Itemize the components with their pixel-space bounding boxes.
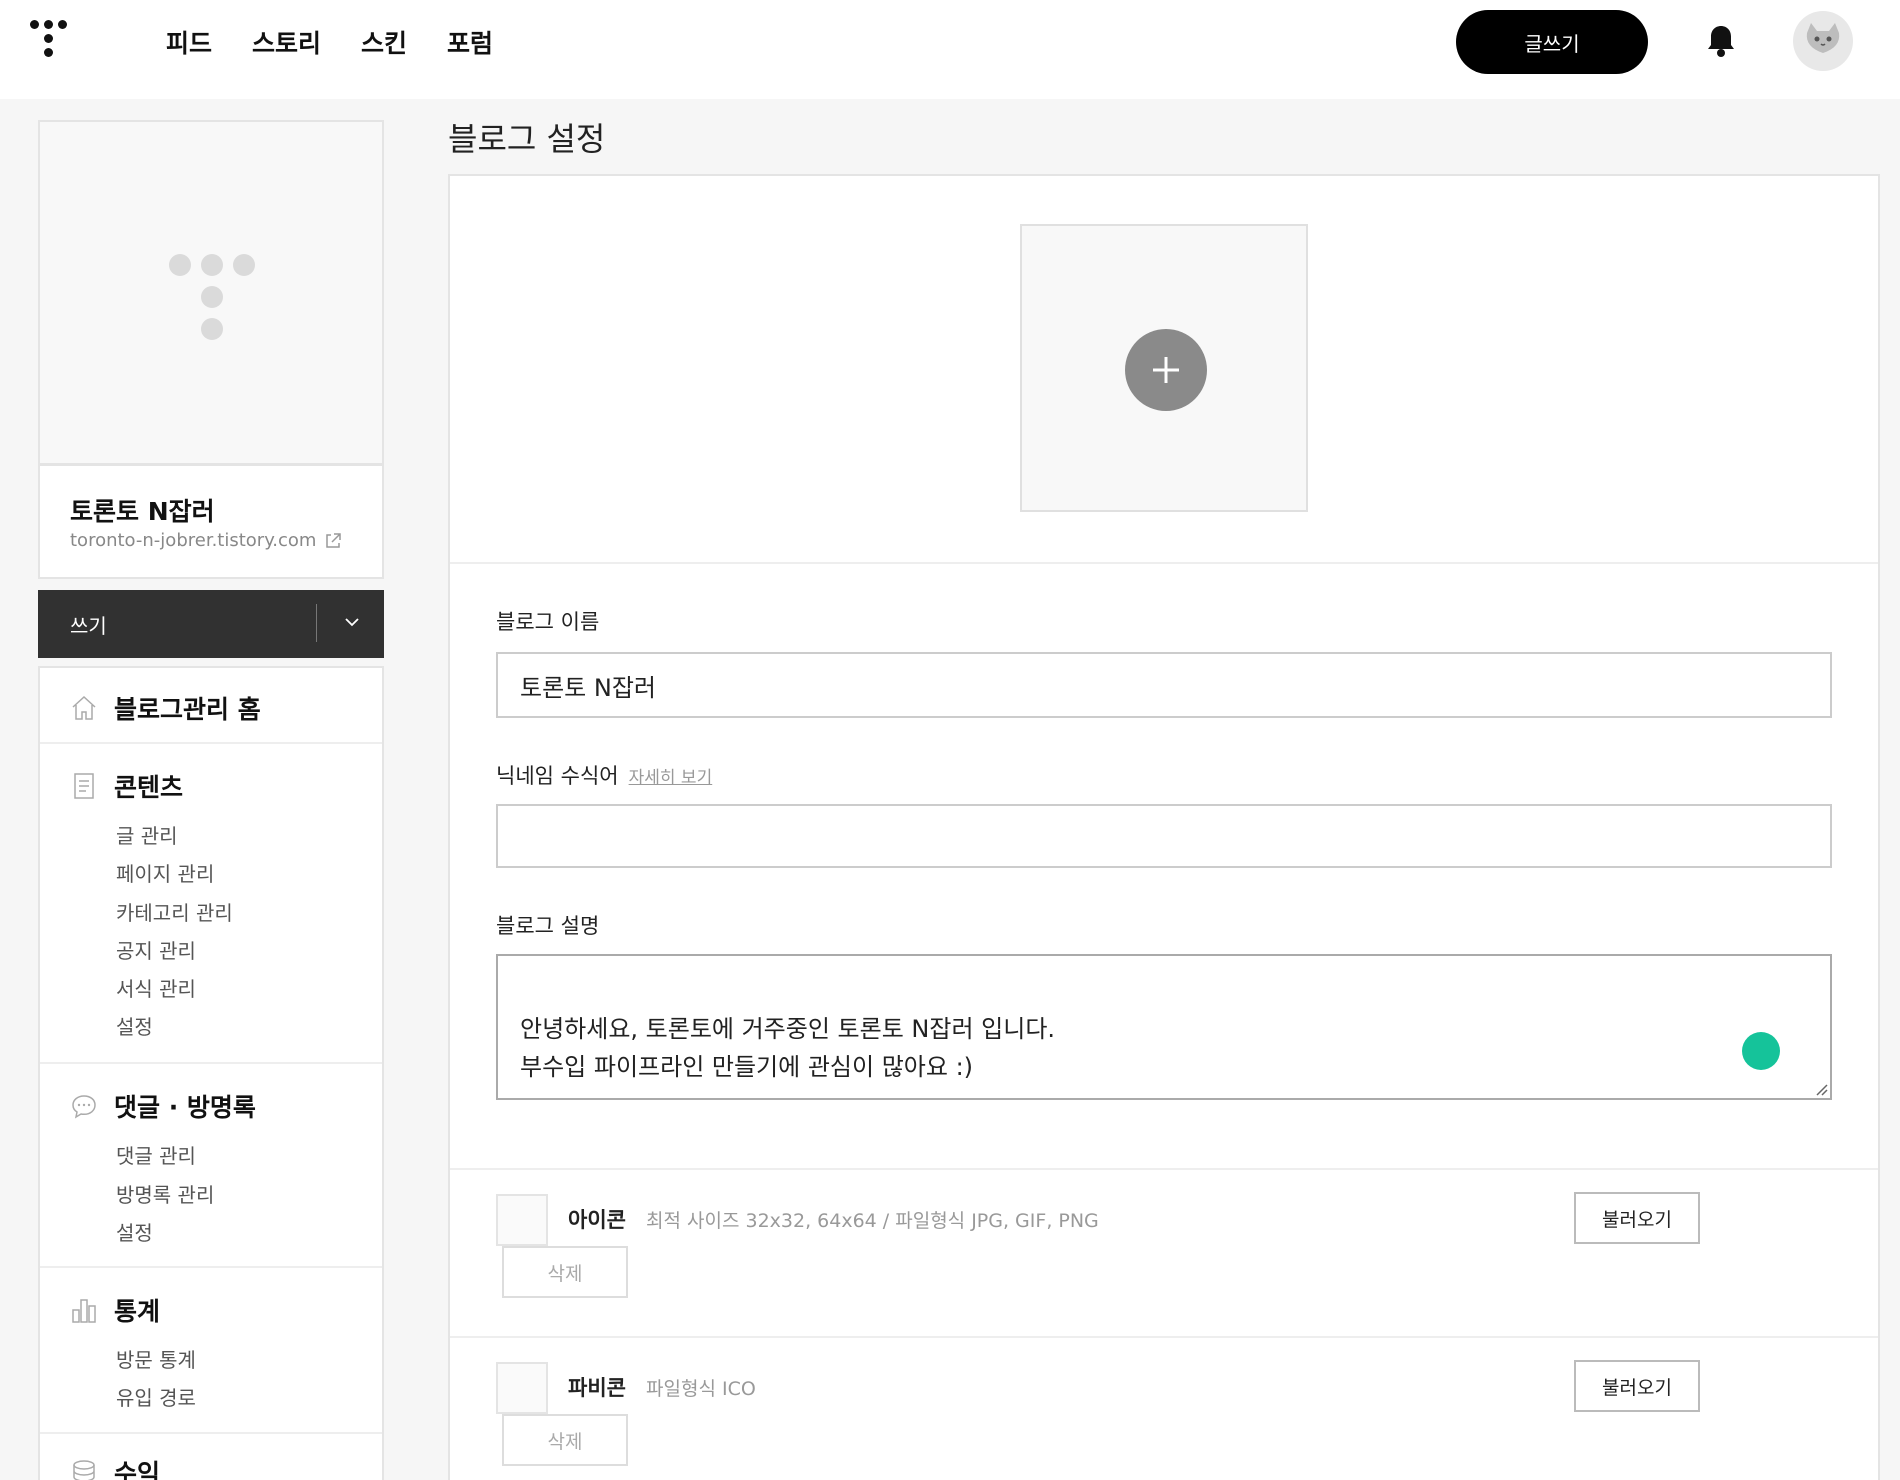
icon-preview: [496, 1194, 548, 1246]
menu-notice-manage[interactable]: 공지 관리: [116, 935, 196, 964]
menu-page-manage[interactable]: 페이지 관리: [116, 858, 214, 887]
blog-url-link[interactable]: toronto-n-jobrer.tistory.com: [70, 530, 342, 551]
blog-url-text[interactable]: toronto-n-jobrer.tistory.com: [70, 530, 316, 551]
nickname-detail-link[interactable]: 자세히 보기: [629, 768, 713, 788]
menu-contents-settings[interactable]: 설정: [116, 1011, 153, 1040]
write-menu-divider: [316, 604, 317, 642]
write-post-button[interactable]: 글쓰기: [1456, 10, 1648, 74]
favicon-title: 파비콘: [568, 1376, 626, 1400]
menu-comment-manage[interactable]: 댓글 관리: [116, 1140, 196, 1169]
menu-guestbook-manage[interactable]: 방명록 관리: [116, 1179, 214, 1208]
admin-menu: 블로그관리 홈 콘텐츠 글 관리 페이지 관리 카테고리 관리 공지 관리 서식…: [38, 666, 384, 1480]
add-image-button[interactable]: [1125, 329, 1207, 411]
tistory-logo-icon[interactable]: [30, 20, 72, 62]
nav-skin[interactable]: 스킨: [361, 24, 407, 60]
menu-visit-stats[interactable]: 방문 통계: [116, 1344, 196, 1373]
write-menu-label: 쓰기: [70, 614, 107, 638]
nickname-label: 닉네임 수식어: [496, 764, 619, 788]
speech-bubble-icon: [72, 1095, 96, 1119]
blog-image-upload[interactable]: [1020, 224, 1308, 512]
menu-home-label[interactable]: 블로그관리 홈: [114, 690, 261, 726]
plus-icon: [1153, 357, 1179, 383]
favicon-upload-row: 파비콘 파일형식 ICO 불러오기 삭제: [450, 1338, 1878, 1480]
favicon-preview: [496, 1362, 548, 1414]
icon-hint: 최적 사이즈 32x32, 64x64 / 파일형식 JPG, GIF, PNG: [646, 1210, 1099, 1232]
blog-name-input[interactable]: [496, 652, 1832, 718]
chevron-down-icon[interactable]: [342, 612, 362, 632]
menu-section-title[interactable]: 통계: [114, 1292, 160, 1328]
resize-handle-icon[interactable]: [1814, 1082, 1828, 1096]
blog-title: 토론토 N잡러: [70, 497, 215, 526]
description-text[interactable]: 안녕하세요, 토론토에 거주중인 토론토 N잡러 입니다. 부수입 파이프라인 …: [520, 1015, 1055, 1081]
icon-upload-row: 아이콘 최적 사이즈 32x32, 64x64 / 파일형식 JPG, GIF,…: [450, 1170, 1878, 1338]
menu-comments-settings[interactable]: 설정: [116, 1217, 153, 1246]
document-icon: [74, 773, 94, 799]
avatar[interactable]: [1793, 11, 1853, 71]
favicon-load-button[interactable]: 불러오기: [1574, 1360, 1700, 1412]
blog-info-card: 토론토 N잡러 toronto-n-jobrer.tistory.com: [38, 464, 384, 579]
coins-icon: [73, 1460, 95, 1480]
menu-referrer-stats[interactable]: 유입 경로: [116, 1382, 196, 1411]
external-link-icon[interactable]: [324, 532, 342, 550]
nickname-label-row: 닉네임 수식어 자세히 보기: [496, 760, 712, 790]
menu-section-title[interactable]: 수익: [114, 1454, 160, 1480]
icon-load-button[interactable]: 불러오기: [1574, 1192, 1700, 1244]
favicon-hint: 파일형식 ICO: [646, 1378, 756, 1400]
blog-settings-panel: 블로그 이름 닉네임 수식어 자세히 보기 블로그 설명 안녕하세요, 토론토에 …: [448, 174, 1880, 1480]
menu-section-contents: 콘텐츠 글 관리 페이지 관리 카테고리 관리 공지 관리 서식 관리 설정: [40, 744, 382, 1064]
home-icon: [72, 695, 96, 720]
icon-title: 아이콘: [568, 1208, 626, 1232]
page-title: 블로그 설정: [448, 120, 606, 158]
menu-category-manage[interactable]: 카테고리 관리: [116, 897, 233, 926]
menu-template-manage[interactable]: 서식 관리: [116, 973, 196, 1002]
menu-section-title[interactable]: 댓글 · 방명록: [114, 1088, 256, 1124]
section-divider: [450, 562, 1878, 564]
cat-avatar-icon: [1806, 23, 1840, 53]
blog-thumbnail: [38, 120, 384, 465]
blog-name-label: 블로그 이름: [496, 610, 600, 634]
bar-chart-icon: [72, 1299, 96, 1323]
write-menu-button[interactable]: 쓰기: [38, 590, 384, 658]
main-nav: 피드 스토리 스킨 포럼: [166, 24, 493, 60]
top-header: 피드 스토리 스킨 포럼 글쓰기: [0, 0, 1900, 99]
nav-feed[interactable]: 피드: [166, 24, 212, 60]
menu-section-revenue: 수익: [40, 1434, 382, 1480]
menu-section-stats: 통계 방문 통계 유입 경로: [40, 1268, 382, 1434]
nickname-input[interactable]: [496, 804, 1832, 868]
description-textarea[interactable]: 안녕하세요, 토론토에 거주중인 토론토 N잡러 입니다. 부수입 파이프라인 …: [496, 954, 1832, 1100]
nav-story[interactable]: 스토리: [252, 24, 321, 60]
menu-post-manage[interactable]: 글 관리: [116, 820, 178, 849]
icon-delete-button[interactable]: 삭제: [502, 1246, 628, 1298]
menu-section-comments: 댓글 · 방명록 댓글 관리 방명록 관리 설정: [40, 1064, 382, 1268]
bell-icon[interactable]: [1705, 24, 1737, 58]
description-label: 블로그 설명: [496, 914, 600, 938]
grammarly-icon[interactable]: [1742, 1032, 1780, 1098]
favicon-delete-button[interactable]: 삭제: [502, 1414, 628, 1466]
nav-forum[interactable]: 포럼: [447, 24, 493, 60]
menu-home[interactable]: 블로그관리 홈: [40, 668, 382, 744]
menu-section-title[interactable]: 콘텐츠: [114, 768, 183, 804]
